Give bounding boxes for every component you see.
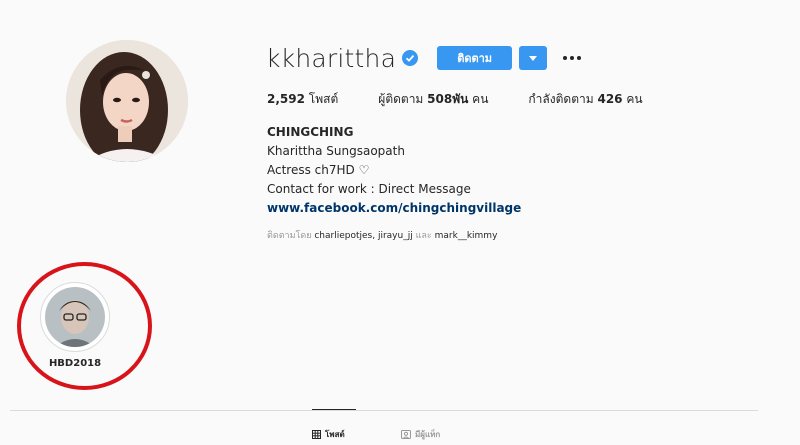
tab-posts-label: โพสต์ [325,430,345,439]
full-name: Kharittha Sungsaopath [267,144,405,158]
story-highlight[interactable]: HBD2018 [40,282,110,369]
bio-line: Actress ch7HD ♡ [267,163,370,177]
following-count[interactable]: กำลังติดตาม 426 คน [528,90,642,109]
profile-avatar[interactable] [66,40,188,162]
tab-tagged-label: มีผู้แท็ก [415,430,441,439]
tab-tagged[interactable]: มีผู้แท็ก [401,428,440,441]
follow-dropdown-button[interactable] [519,46,548,70]
profile-header: kkharittha ติดตาม [266,42,585,74]
followed-by-prefix: ติดตามโดย [267,231,312,241]
followed-by-last-user[interactable]: mark__kimmy [435,231,498,241]
bio-link[interactable]: www.facebook.com/chingchingvillage [267,199,521,218]
verified-badge-icon [402,50,419,66]
highlight-cover [45,287,105,347]
username: kkharittha [266,43,397,73]
tabs-divider [10,410,758,411]
profile-stats: 2,592 โพสต์ ผู้ติดตาม 508พัน คน กำลังติด… [267,90,683,109]
posts-count: 2,592 โพสต์ [267,92,339,106]
active-tab-indicator [312,409,356,410]
highlight-label: HBD2018 [48,358,102,369]
chevron-down-icon [529,55,538,61]
more-options-icon[interactable] [559,52,585,64]
follow-button[interactable]: ติดตาม [437,46,513,70]
avatar-image [66,40,188,162]
display-name: CHINGCHING [267,125,354,139]
profile-bio: CHINGCHING Kharittha Sungsaopath Actress… [267,123,521,218]
followed-by-conjunction: และ [415,231,432,241]
followed-by-users[interactable]: charliepotjes, jirayu_jj [314,231,412,241]
followers-count[interactable]: ผู้ติดตาม 508พัน คน [378,90,488,109]
tagged-photo-icon [401,430,411,439]
tab-posts[interactable]: โพสต์ [312,428,345,441]
grid-icon [312,430,321,439]
bio-line: Contact for work : Direct Message [267,182,471,196]
highlight-ring [40,282,110,352]
followed-by: ติดตามโดย charliepotjes, jirayu_jj และ m… [267,228,497,242]
